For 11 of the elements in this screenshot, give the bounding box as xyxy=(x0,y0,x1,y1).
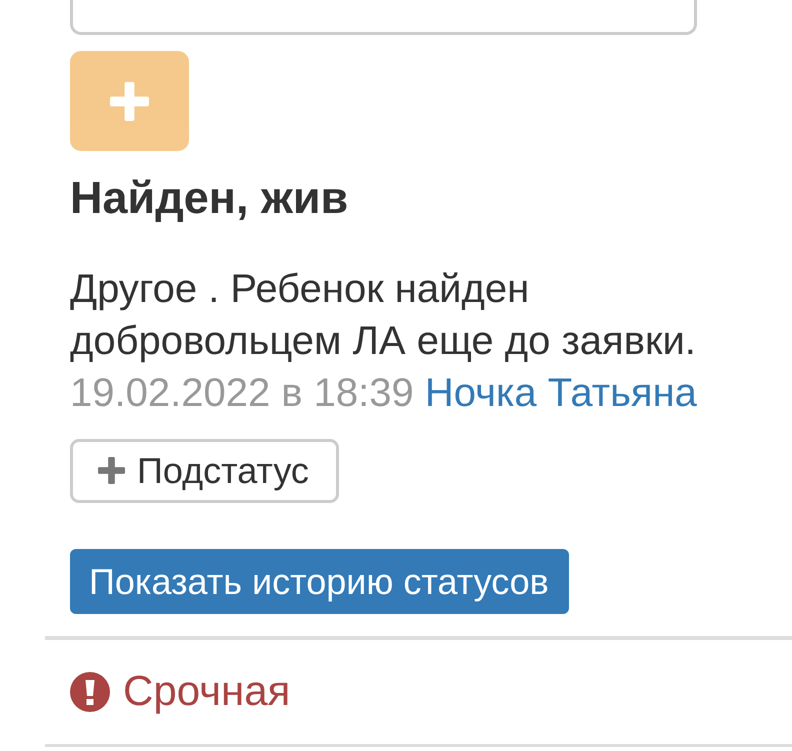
status-title: Найден, жив xyxy=(70,173,350,222)
status-date: 19.02.2022 в 18:39 xyxy=(70,370,414,414)
add-substatus-button[interactable]: Подстатус xyxy=(70,438,339,502)
author-link[interactable]: Ночка Татьяна xyxy=(424,370,697,414)
priority-label: Срочная xyxy=(123,668,290,715)
input-field[interactable] xyxy=(70,0,697,35)
status-description: Другое . Ребенок найден добровольцем ЛА еще до заявки. xyxy=(70,266,697,364)
show-history-button[interactable]: Показать историю статусов xyxy=(70,548,569,614)
plus-icon xyxy=(98,457,125,484)
alert-icon xyxy=(70,672,110,712)
plus-icon xyxy=(110,82,149,120)
